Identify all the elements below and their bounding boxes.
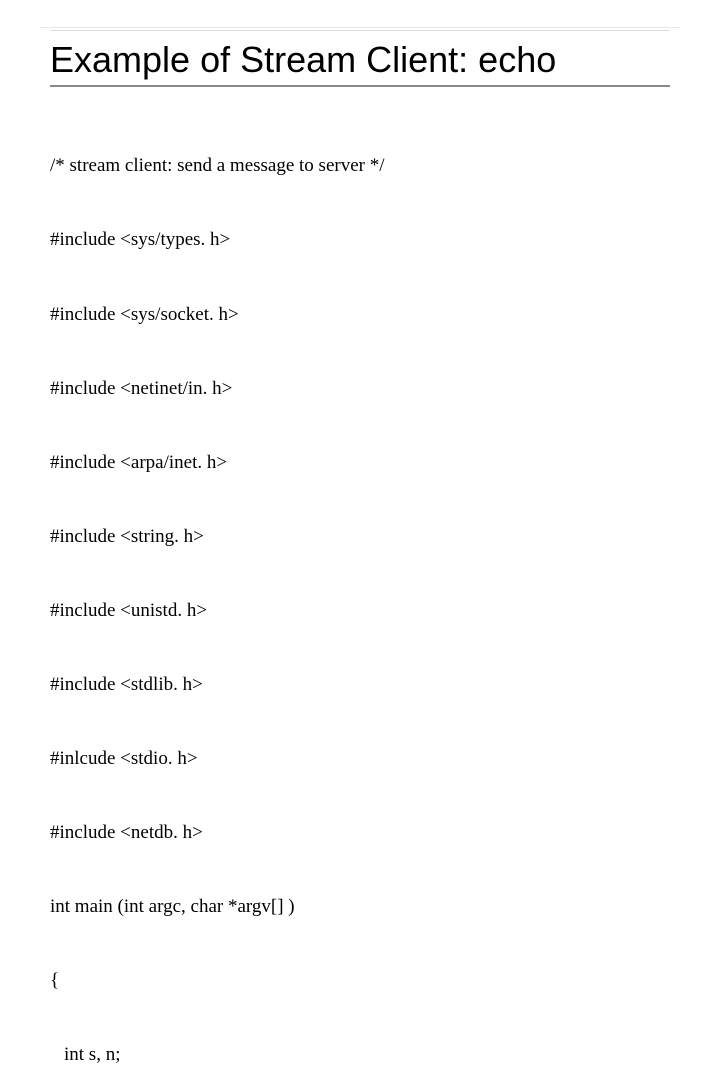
title-container: Example of Stream Client: echo <box>50 30 670 87</box>
code-line: #include <sys/socket. h> <box>50 303 670 328</box>
code-line: #include <netinet/in. h> <box>50 377 670 402</box>
slide-title: Example of Stream Client: echo <box>50 39 670 81</box>
code-block: /* stream client: send a message to serv… <box>50 105 670 1080</box>
code-line: #include <sys/types. h> <box>50 228 670 253</box>
code-line: #include <netdb. h> <box>50 821 670 846</box>
code-line: #include <string. h> <box>50 525 670 550</box>
code-line: #inlcude <stdio. h> <box>50 747 670 772</box>
code-line: int s, n; <box>50 1043 670 1068</box>
code-line: int main (int argc, char *argv[] ) <box>50 895 670 920</box>
code-line: #include <arpa/inet. h> <box>50 451 670 476</box>
code-line: /* stream client: send a message to serv… <box>50 154 670 179</box>
code-line: #include <stdlib. h> <box>50 673 670 698</box>
code-line: #include <unistd. h> <box>50 599 670 624</box>
code-line: { <box>50 969 670 994</box>
slide: Example of Stream Client: echo /* stream… <box>0 0 720 540</box>
